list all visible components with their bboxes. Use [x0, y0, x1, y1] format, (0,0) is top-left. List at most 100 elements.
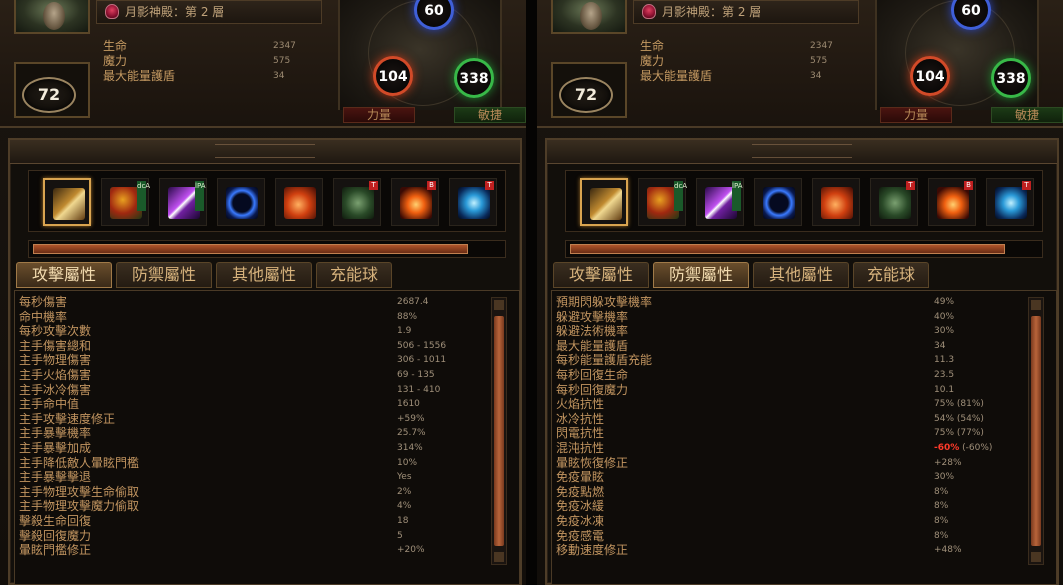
- strength-label: 力量: [343, 107, 415, 123]
- skill-slot[interactable]: T: [333, 178, 381, 226]
- skill-slot[interactable]: dcA: [101, 178, 150, 226]
- stat-value: 506 - 1556: [397, 340, 447, 351]
- stat-tabs: 攻擊屬性 防禦屬性 其他屬性 充能球: [16, 262, 516, 288]
- scroll-up-arrow[interactable]: [1031, 300, 1041, 310]
- skill-slot[interactable]: [812, 178, 860, 226]
- scrollbar[interactable]: [1028, 297, 1044, 565]
- stat-row: 主手傷害總和 506 - 1556: [19, 339, 479, 354]
- stat-row: 每秒攻擊次數 1.9: [19, 324, 479, 339]
- core-stat-label: 最大能量護盾: [640, 69, 713, 83]
- frame-header: [547, 140, 1057, 164]
- experience-bar: [28, 240, 506, 258]
- core-stat-value: 575: [273, 56, 291, 66]
- attribute-ring: 60 104 338 力量 敏捷: [875, 0, 1063, 123]
- dexterity-orb[interactable]: 338: [991, 58, 1031, 98]
- stat-label: 每秒回復生命: [556, 368, 629, 382]
- stat-row: 暈眩恢復修正 +28%: [556, 456, 1016, 471]
- stats-list: 預期閃躲攻擊機率 49% 躲避攻擊機率 40% 躲避法術機率 30% 最大能量護盾 34 每秒能…: [551, 290, 1057, 585]
- stat-row: 擊殺回復魔力 5: [19, 529, 479, 544]
- stat-value: 18: [397, 516, 409, 526]
- core-stat-row: 生命 2347: [103, 39, 333, 54]
- scroll-up-arrow[interactable]: [494, 300, 504, 310]
- stat-value: 2687.4: [397, 297, 429, 307]
- experience-fill: [570, 244, 1005, 254]
- stat-label: 擊殺回復魔力: [19, 528, 92, 543]
- stat-row: 主手暴擊加成 314%: [19, 441, 479, 456]
- core-stats: 生命 2347 魔力 575 最大能量護盾 34: [103, 39, 333, 84]
- tab-defense[interactable]: 防禦屬性: [116, 262, 212, 288]
- stat-value: +48%: [934, 545, 962, 556]
- character-level: 72: [559, 77, 613, 113]
- scroll-down-arrow[interactable]: [494, 552, 504, 562]
- strength-orb[interactable]: 104: [910, 56, 950, 96]
- stat-label: 躲避法術機率: [556, 324, 629, 339]
- stat-row: 冰冷抗性 54% (54%): [556, 412, 1016, 427]
- stat-row: 火焰抗性 75% (81%): [556, 397, 1016, 412]
- stat-row: 暈眩門檻修正 +20%: [19, 543, 479, 558]
- scroll-thumb[interactable]: [1031, 316, 1041, 546]
- stat-row: 移動速度修正 +48%: [556, 543, 1016, 558]
- stat-value: 1.9: [397, 326, 412, 337]
- stat-row: 最大能量護盾 34: [556, 339, 1016, 354]
- stat-value: 49%: [934, 297, 955, 307]
- skill-slot[interactable]: T: [986, 178, 1034, 226]
- stat-label: 主手命中值: [19, 397, 80, 412]
- skill-slot[interactable]: B: [391, 178, 439, 226]
- stat-value: 8%: [934, 516, 949, 526]
- frost-rune-icon: [995, 187, 1027, 219]
- stat-value: +59%: [397, 413, 425, 424]
- skill-slot[interactable]: lPA: [159, 178, 207, 226]
- strength-orb[interactable]: 104: [373, 56, 413, 96]
- stat-value: 8%: [934, 486, 949, 497]
- skill-tag: T: [1022, 181, 1031, 190]
- skill-slot[interactable]: T: [870, 178, 918, 226]
- stat-label: 免疫點燃: [556, 484, 605, 499]
- skill-slot[interactable]: B: [928, 178, 976, 226]
- stat-value-base: (-60%): [962, 443, 993, 453]
- skill-slot[interactable]: [580, 178, 628, 226]
- core-stat-row: 生命 2347: [640, 39, 870, 54]
- tab-offense[interactable]: 攻擊屬性: [16, 262, 112, 288]
- stat-row: 閃電抗性 75% (77%): [556, 426, 1016, 441]
- sword-icon: [590, 188, 622, 220]
- scroll-thumb[interactable]: [494, 316, 504, 546]
- dexterity-label: 敏捷: [454, 107, 526, 123]
- tab-defense[interactable]: 防禦屬性: [653, 262, 749, 288]
- frame-header: [10, 140, 520, 164]
- stat-label: 躲避攻擊機率: [556, 309, 629, 324]
- stat-row: 每秒回復生命 23.5: [556, 368, 1016, 383]
- stat-row: 每秒回復魔力 10.1: [556, 383, 1016, 398]
- stat-label: 主手降低敵人暈眩門檻: [19, 455, 140, 470]
- stat-value: Yes: [397, 472, 412, 483]
- scroll-down-arrow[interactable]: [1031, 552, 1041, 562]
- stat-value: 2%: [397, 486, 412, 497]
- stat-label: 每秒能量護盾充能: [556, 353, 653, 368]
- tab-misc[interactable]: 其他屬性: [753, 262, 849, 288]
- scrollbar[interactable]: [491, 297, 507, 565]
- skill-bar: dcA lPA T B T: [565, 170, 1043, 232]
- skill-slot[interactable]: lPA: [696, 178, 744, 226]
- stat-value: +28%: [934, 457, 962, 468]
- stat-label: 預期閃躲攻擊機率: [556, 295, 653, 309]
- skill-slot[interactable]: [217, 178, 265, 226]
- fire-fist-icon: [821, 187, 853, 219]
- waypoint-icon: [642, 4, 656, 19]
- skill-slot[interactable]: T: [449, 178, 497, 226]
- tab-charges[interactable]: 充能球: [316, 262, 392, 288]
- skill-slot[interactable]: [754, 178, 802, 226]
- dexterity-orb[interactable]: 338: [454, 58, 494, 98]
- stat-value: +20%: [397, 545, 425, 556]
- skill-slot[interactable]: [43, 178, 91, 226]
- skill-slot[interactable]: [275, 178, 323, 226]
- tab-offense[interactable]: 攻擊屬性: [553, 262, 649, 288]
- stat-label: 閃電抗性: [556, 426, 605, 441]
- stat-label: 主手物理傷害: [19, 353, 92, 368]
- skill-slot[interactable]: dcA: [638, 178, 687, 226]
- tab-misc[interactable]: 其他屬性: [216, 262, 312, 288]
- experience-fill: [33, 244, 468, 254]
- core-stat-row: 魔力 575: [103, 54, 333, 69]
- tab-charges[interactable]: 充能球: [853, 262, 929, 288]
- portrait-face: [580, 2, 602, 30]
- stat-label: 主手暴擊加成: [19, 441, 92, 455]
- stat-value: 10%: [397, 457, 418, 468]
